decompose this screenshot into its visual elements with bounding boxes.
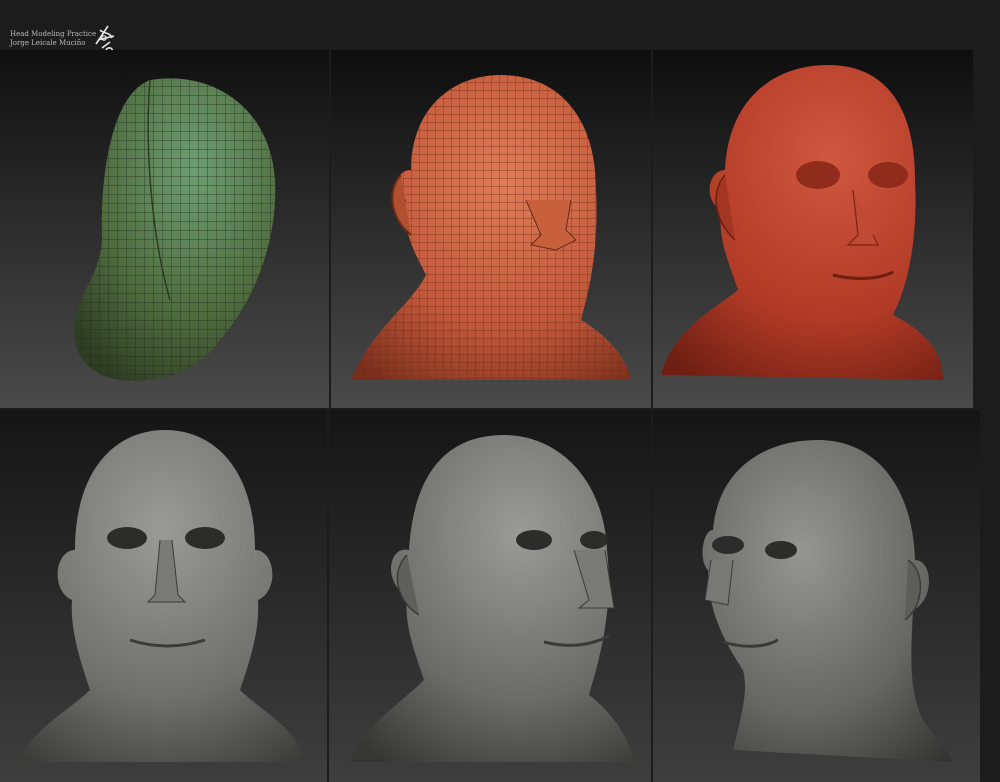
panel-sculpted-red — [653, 50, 973, 408]
panel-detail-front — [0, 410, 327, 782]
panel-subdivided-mesh — [331, 50, 651, 408]
panel-detail-three-quarter — [329, 410, 651, 782]
panel-detail-side — [653, 410, 980, 782]
panel-base-mesh — [0, 50, 329, 408]
